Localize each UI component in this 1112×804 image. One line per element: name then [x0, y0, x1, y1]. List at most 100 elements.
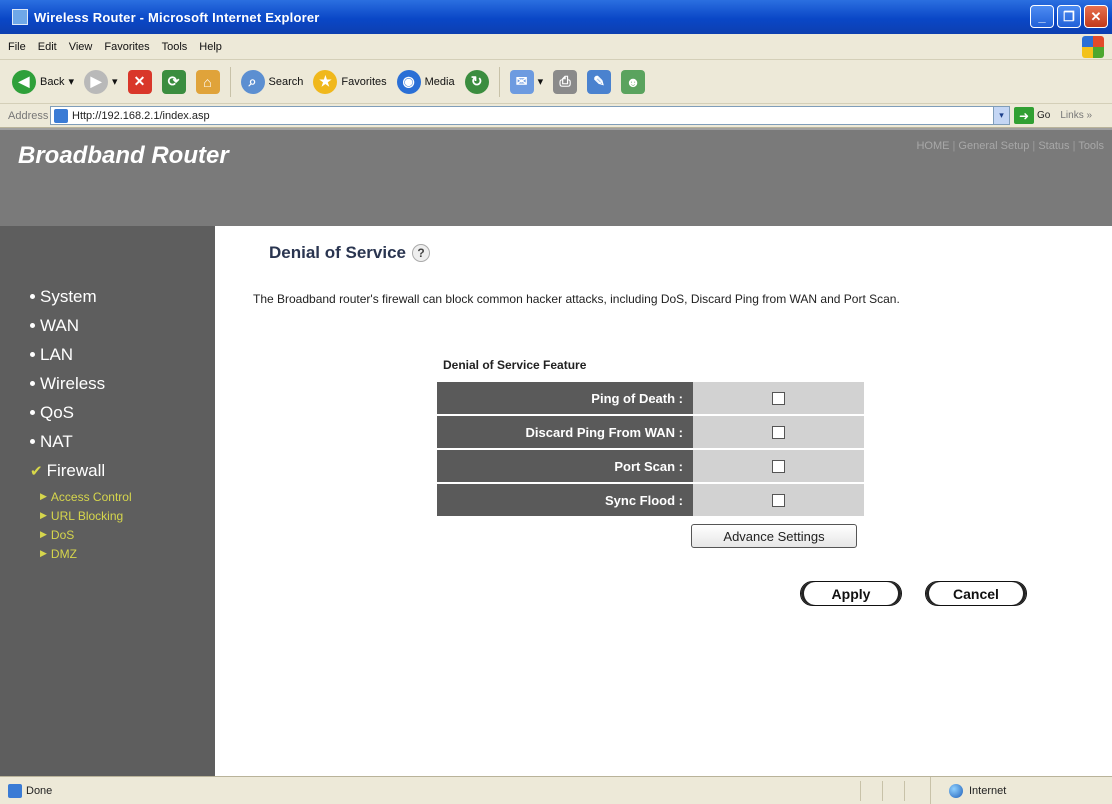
page-done-icon: [8, 783, 22, 798]
home-icon[interactable]: ⌂: [195, 69, 220, 94]
nav-separator: |: [1069, 140, 1079, 152]
toolbar-separator: [229, 66, 231, 97]
menu-file[interactable]: File: [8, 41, 26, 53]
menu-favorites[interactable]: Favorites: [104, 41, 149, 53]
minimize-button[interactable]: _: [1030, 5, 1054, 28]
go-button[interactable]: ➜ Go: [1014, 107, 1050, 124]
forward-button[interactable]: ▶ ▾: [84, 69, 118, 94]
nav-home[interactable]: HOME: [916, 140, 949, 152]
close-button[interactable]: ✕: [1084, 5, 1108, 28]
print-icon[interactable]: ⎙: [553, 69, 578, 94]
submenu-item-dmz[interactable]: ▶ DMZ: [40, 544, 132, 563]
address-dropdown-icon[interactable]: ▾: [993, 107, 1009, 124]
globe-icon: [949, 784, 963, 798]
menu-bar: File Edit View Favorites Tools Help: [0, 34, 1112, 60]
sidebar-item-label: QoS: [40, 402, 75, 422]
sidebar-item-firewall[interactable]: ✔ Firewall: [30, 456, 132, 485]
window-controls: _ ❐ ✕: [1030, 5, 1108, 28]
back-dropdown-icon[interactable]: ▾: [68, 75, 74, 88]
menu-view[interactable]: View: [69, 41, 93, 53]
ie-app-icon: [12, 9, 28, 25]
nav-separator: |: [1029, 140, 1039, 152]
sidebar-item-label: NAT: [40, 431, 73, 451]
sidebar-item-label: System: [40, 286, 97, 306]
help-icon[interactable]: ?: [412, 244, 431, 262]
table-row: Discard Ping From WAN :: [437, 416, 864, 448]
feature-cell: [693, 416, 864, 448]
sidebar-item-nat[interactable]: NAT: [30, 427, 132, 456]
triangle-right-icon: ▶: [40, 529, 47, 539]
port-scan-checkbox[interactable]: [772, 460, 785, 474]
media-button[interactable]: ◉ Media: [396, 69, 455, 94]
status-text: Done: [26, 784, 53, 797]
search-button[interactable]: ⌕ Search: [240, 69, 304, 94]
mail-button[interactable]: ✉ ▾: [509, 69, 544, 94]
ping-of-death-checkbox[interactable]: [772, 392, 785, 406]
messenger-icon[interactable]: ☻: [621, 69, 646, 94]
discard-ping-checkbox[interactable]: [772, 426, 785, 440]
feature-label-sync-flood: Sync Flood :: [437, 484, 693, 516]
mail-dropdown-icon[interactable]: ▾: [538, 75, 544, 88]
maximize-button[interactable]: ❐: [1057, 5, 1081, 28]
nav-tools[interactable]: Tools: [1078, 140, 1104, 152]
favorites-button[interactable]: ★ Favorites: [313, 69, 387, 94]
status-divider: [904, 781, 905, 801]
sidebar-menu: System WAN LAN Wireless QoS NAT ✔ Firewal…: [30, 282, 132, 563]
address-input[interactable]: Http://192.168.2.1/index.asp ▾: [50, 106, 1010, 125]
sidebar: System WAN LAN Wireless QoS NAT ✔ Firewal…: [0, 226, 215, 776]
back-label: Back: [40, 75, 65, 88]
section-heading: Denial of Service Feature: [443, 358, 587, 372]
feature-label-port-scan: Port Scan :: [437, 450, 693, 482]
menu-edit[interactable]: Edit: [38, 41, 57, 53]
submenu-item-url-blocking[interactable]: ▶ URL Blocking: [40, 506, 132, 525]
sidebar-item-wan[interactable]: WAN: [30, 311, 132, 340]
submenu-item-dos[interactable]: ▶ DoS: [40, 525, 132, 544]
apply-button[interactable]: Apply: [800, 581, 902, 606]
media-icon: ◉: [396, 69, 421, 94]
top-nav: HOME | General Setup | Status | Tools: [916, 140, 1104, 152]
stop-icon[interactable]: ✕: [127, 69, 152, 94]
sync-flood-checkbox[interactable]: [772, 494, 785, 508]
sidebar-item-label: LAN: [40, 344, 74, 364]
media-label: Media: [424, 75, 455, 88]
favorites-star-icon: ★: [313, 69, 338, 94]
address-url: Http://192.168.2.1/index.asp: [72, 109, 210, 122]
menu-tools[interactable]: Tools: [162, 41, 188, 53]
forward-dropdown-icon[interactable]: ▾: [112, 75, 118, 88]
forward-arrow-icon: ▶: [84, 69, 108, 94]
address-bar: Address Http://192.168.2.1/index.asp ▾ ➜…: [0, 104, 1112, 128]
search-label: Search: [268, 75, 304, 88]
advance-settings-button[interactable]: Advance Settings: [691, 524, 857, 548]
history-icon[interactable]: ↻: [464, 69, 489, 94]
submenu-item-label: Access Control: [50, 489, 132, 504]
router-brand-title: Broadband Router: [18, 142, 229, 169]
links-button[interactable]: Links »: [1060, 110, 1092, 121]
sidebar-item-lan[interactable]: LAN: [30, 340, 132, 369]
search-icon: ⌕: [240, 69, 265, 94]
sidebar-item-wireless[interactable]: Wireless: [30, 369, 132, 398]
bullet-icon: [30, 294, 35, 299]
go-arrow-icon: ➜: [1014, 107, 1034, 124]
window-titlebar: Wireless Router - Microsoft Internet Exp…: [0, 0, 1112, 34]
back-arrow-icon: ◀: [12, 69, 36, 94]
browser-toolbar: ◀ Back ▾ ▶ ▾ ✕ ⟳ ⌂ ⌕ Search ★ Favorites …: [0, 60, 1112, 104]
menu-help[interactable]: Help: [199, 41, 222, 53]
sidebar-item-label: WAN: [40, 315, 80, 335]
checkmark-icon: ✔: [30, 462, 43, 480]
refresh-icon[interactable]: ⟳: [161, 69, 186, 94]
sidebar-item-system[interactable]: System: [30, 282, 132, 311]
status-divider: [882, 781, 883, 801]
address-label: Address: [8, 109, 49, 122]
submenu-item-access-control[interactable]: ▶ Access Control: [40, 487, 132, 506]
triangle-right-icon: ▶: [40, 548, 47, 558]
nav-general-setup[interactable]: General Setup: [958, 140, 1029, 152]
back-button[interactable]: ◀ Back ▾: [12, 69, 74, 94]
security-zone: Internet: [930, 777, 1112, 804]
edit-icon[interactable]: ✎: [587, 69, 612, 94]
nav-status[interactable]: Status: [1038, 140, 1069, 152]
sidebar-item-qos[interactable]: QoS: [30, 398, 132, 427]
table-row: Port Scan :: [437, 450, 864, 482]
router-header: Broadband Router HOME | General Setup | …: [0, 128, 1112, 226]
cancel-button[interactable]: Cancel: [925, 581, 1027, 606]
triangle-right-icon: ▶: [40, 491, 47, 501]
